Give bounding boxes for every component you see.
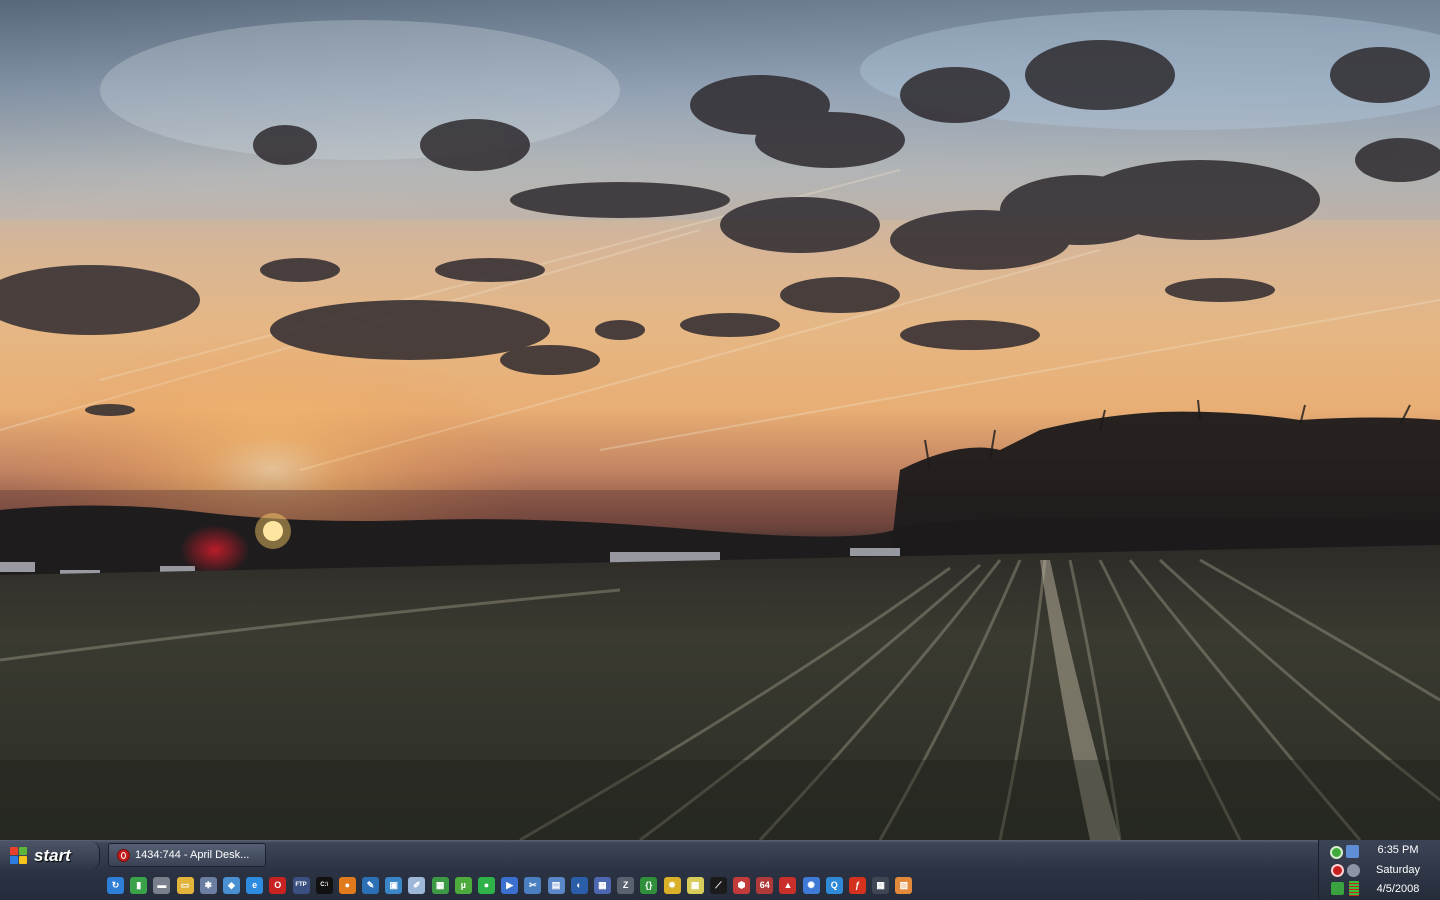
ql-refresh-icon[interactable]: ↻ [107,876,124,894]
tray-meter-icon[interactable] [1349,881,1359,896]
ql-picture-viewer-icon[interactable]: ▣ [385,876,403,894]
ql-64-icon[interactable]: 64 [756,876,774,894]
tray-volume-icon[interactable] [1347,864,1360,877]
ql-folder-icon[interactable]: ▭ [176,876,194,894]
ql-calculator-icon[interactable]: ▦ [593,876,611,894]
ql-bug-icon[interactable]: ✸ [663,876,681,894]
ql-ftp-icon[interactable]: FTP [292,876,310,894]
ql-settings-gear-icon[interactable]: ✱ [199,876,217,894]
ql-battery-icon[interactable]: ▮ [130,876,148,894]
ql-internet-explorer-icon[interactable]: e [246,876,264,894]
tray-update-icon[interactable] [1331,882,1344,895]
ql-document-icon[interactable]: ▤ [547,876,565,894]
ql-utorrent-icon[interactable]: µ [454,876,472,894]
clock-day: Saturday [1375,864,1421,876]
windows-logo-icon [10,846,28,865]
start-button[interactable]: start [0,841,100,870]
clock-date: 4/5/2008 [1376,883,1420,895]
ql-command-prompt-icon[interactable]: C:\ [315,876,333,894]
start-label: start [34,845,71,865]
ql-gallery-icon[interactable]: ▧ [895,876,913,894]
ql-rocket-icon[interactable]: ▲ [779,876,797,894]
ql-vector-app-icon[interactable]: ⟋ [709,876,727,894]
ql-firefox-icon[interactable]: ● [338,876,356,894]
ql-image-editor-icon[interactable]: ✎ [362,876,380,894]
ql-media-player-icon[interactable]: ▶ [501,876,519,894]
ql-network-icon[interactable]: ◆ [222,876,240,894]
tray-opera-icon[interactable] [1331,864,1344,877]
ql-globe-icon[interactable]: ◐ [570,876,588,894]
ql-search-icon[interactable]: Q [825,876,843,894]
quick-launch-toolbar: ↻ ▮ ▬ ▭ ✱ ◆ e O FTP C:\ ● ✎ ▣ ✐ ▦ µ ● ▶ ✂ ▤ ◐ ▦ Z {} ✸ ▦ ⟋ ⬢ 64 ▲ ✺ Qƒ ▦… [107,874,919,896]
ql-flash-icon[interactable]: ƒ [849,876,866,894]
ql-paint-icon[interactable]: ✂ [524,876,542,894]
ql-spreadsheet-icon[interactable]: ▦ [431,876,449,894]
clock-time[interactable]: 6:35 PM [1362,844,1434,856]
ql-code-editor-icon[interactable]: {} [640,876,658,894]
ql-calendar-icon[interactable]: ▦ [686,876,704,894]
tray-utorrent-icon[interactable] [1330,846,1343,859]
taskbar-task-label: 1434:744 - April Desk... [135,849,250,861]
ql-notepad-icon[interactable]: ✐ [408,876,426,894]
ql-opera-icon[interactable]: O [269,876,287,894]
ql-hex-editor-icon[interactable]: ⬢ [733,876,751,894]
ql-cog-app-icon[interactable]: ✺ [802,876,820,894]
taskbar-task-opera[interactable]: 1434:744 - April Desk... [108,843,266,867]
ql-green-dot-icon[interactable]: ● [478,876,495,894]
ql-graduation-cap-icon[interactable]: ▬ [153,876,171,894]
ql-grid-icon[interactable]: ▦ [872,876,890,894]
wallpaper-illustration [0,0,1440,840]
tray-network-icon[interactable] [1346,845,1359,858]
ql-zip-icon[interactable]: Z [617,876,635,894]
opera-icon [117,848,130,862]
desktop-wallpaper [0,0,1440,840]
